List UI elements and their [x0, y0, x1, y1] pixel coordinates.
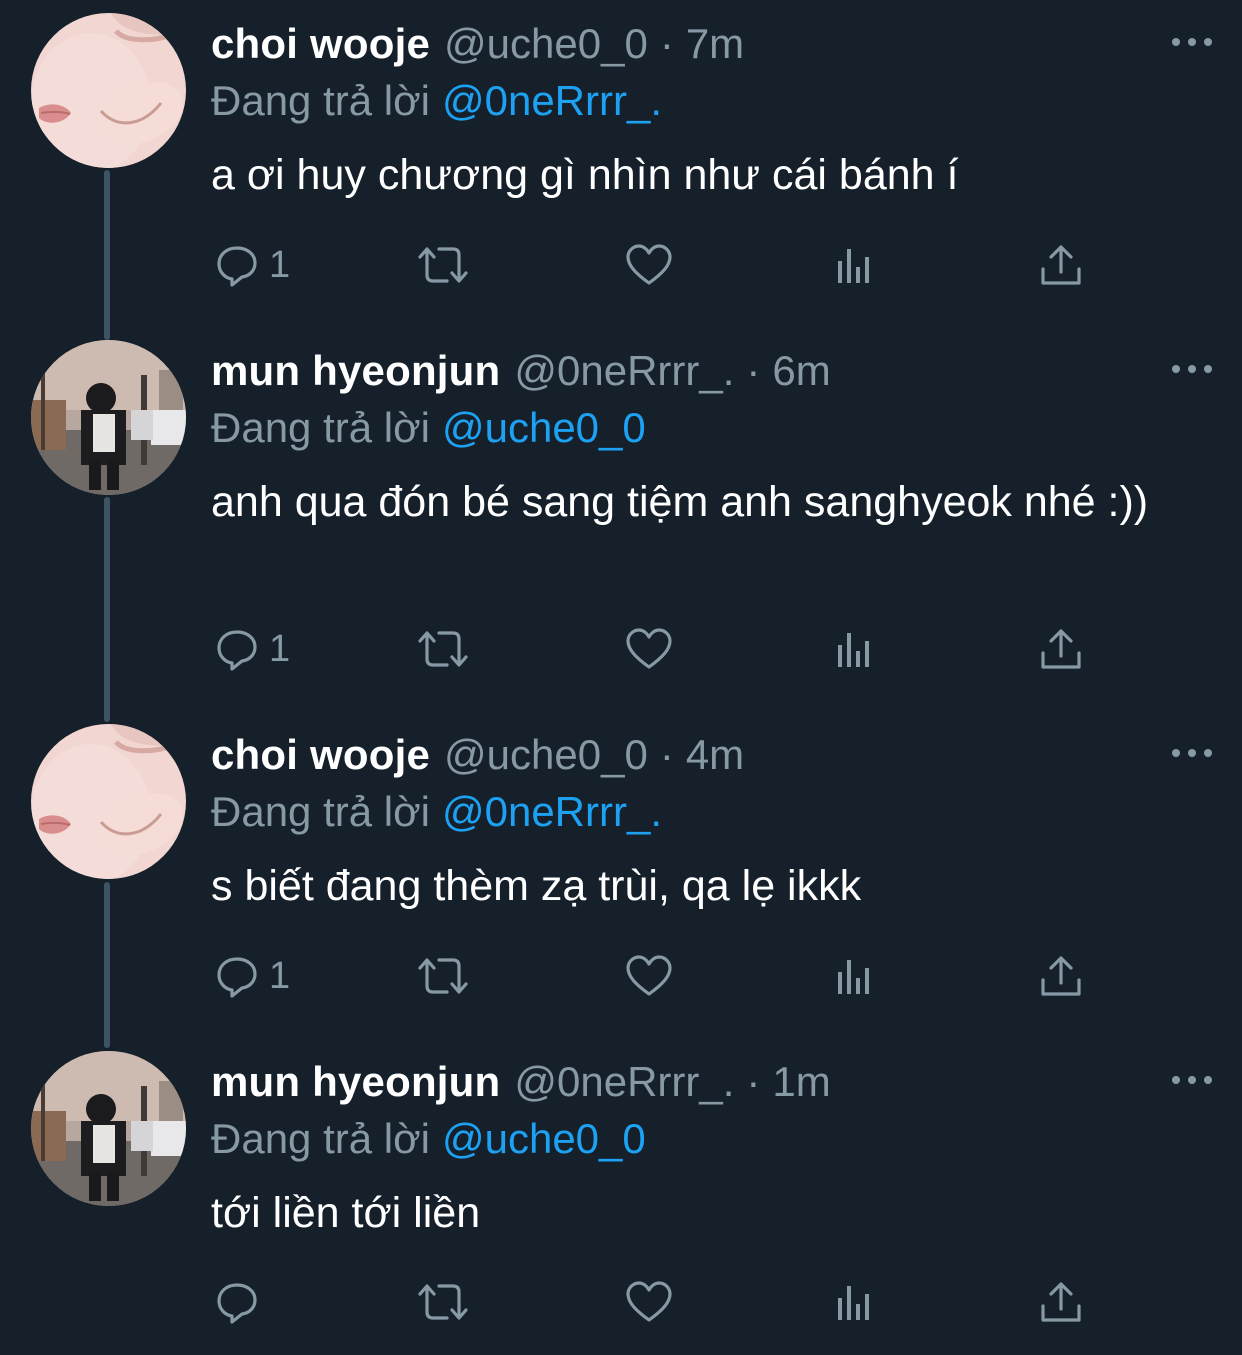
like-icon: [626, 628, 672, 669]
tweet-header: mun hyeonjun @0neRrrr_. · 1m: [211, 1056, 831, 1108]
reply-icon: [217, 1283, 257, 1324]
action-bar: [211, 1274, 1101, 1330]
analytics-button[interactable]: [835, 237, 879, 293]
like-button[interactable]: [625, 948, 673, 1004]
separator-dot: ·: [659, 20, 674, 67]
action-bar: 1: [211, 621, 1101, 677]
reply-button[interactable]: 1: [215, 948, 290, 1004]
timestamp[interactable]: 7m: [686, 18, 744, 70]
reply-icon: [217, 246, 257, 287]
reply-icon: [217, 957, 257, 998]
share-button[interactable]: [1039, 237, 1083, 293]
analytics-icon: [838, 633, 869, 667]
more-options-icon[interactable]: [1172, 745, 1212, 761]
analytics-button[interactable]: [835, 948, 879, 1004]
action-bar: 1: [211, 237, 1101, 293]
avatar[interactable]: [31, 1051, 186, 1206]
analytics-button[interactable]: [835, 1274, 879, 1330]
avatar[interactable]: [31, 340, 186, 495]
tweet[interactable]: mun hyeonjun @0neRrrr_. · 6m Đang trả lờ…: [0, 327, 1242, 717]
retweet-button[interactable]: [416, 948, 470, 1004]
tweet[interactable]: mun hyeonjun @0neRrrr_. · 1m Đang trả lờ…: [0, 1038, 1242, 1355]
share-icon: [1041, 956, 1081, 996]
retweet-icon: [418, 958, 468, 994]
retweet-button[interactable]: [416, 1274, 470, 1330]
display-name[interactable]: mun hyeonjun: [211, 345, 500, 397]
like-icon: [626, 244, 672, 285]
mention-link[interactable]: @uche0_0: [442, 1115, 646, 1162]
share-icon: [1041, 629, 1081, 669]
share-button[interactable]: [1039, 1274, 1083, 1330]
tweet-header: mun hyeonjun @0neRrrr_. · 6m: [211, 345, 831, 397]
retweet-button[interactable]: [416, 237, 470, 293]
reply-context: Đang trả lời @uche0_0: [211, 1113, 646, 1165]
avatar-photo-icon: [31, 340, 186, 495]
separator-dot: ·: [746, 347, 761, 394]
analytics-button[interactable]: [835, 621, 879, 677]
tweet[interactable]: choi wooje @uche0_0 · 7m Đang trả lời @0n…: [0, 0, 1242, 330]
analytics-icon: [838, 1286, 869, 1320]
mention-link[interactable]: @0neRrrr_.: [442, 788, 662, 835]
separator-dot: ·: [746, 1058, 761, 1105]
timestamp[interactable]: 4m: [686, 729, 744, 781]
like-button[interactable]: [625, 237, 673, 293]
display-name[interactable]: mun hyeonjun: [211, 1056, 500, 1108]
like-icon: [626, 1281, 672, 1322]
retweet-icon: [418, 1284, 468, 1320]
timestamp[interactable]: 1m: [772, 1056, 830, 1108]
user-handle[interactable]: @uche0_0: [444, 18, 648, 70]
share-button[interactable]: [1039, 948, 1083, 1004]
reply-prefix: Đang trả lời: [211, 788, 430, 835]
mention-link[interactable]: @uche0_0: [442, 404, 646, 451]
share-icon: [1041, 245, 1081, 285]
share-button[interactable]: [1039, 621, 1083, 677]
avatar-photo-icon: [31, 13, 186, 168]
separator-dot: ·: [659, 731, 674, 778]
reply-context: Đang trả lời @0neRrrr_.: [211, 75, 662, 127]
share-icon: [1041, 1282, 1081, 1322]
more-options-icon[interactable]: [1172, 361, 1212, 377]
user-handle[interactable]: @0neRrrr_.: [514, 345, 734, 397]
tweet-text: s biết đang thèm zạ trùi, qa lẹ ikkk: [211, 862, 862, 910]
avatar[interactable]: [31, 13, 186, 168]
tweet-header: choi wooje @uche0_0 · 4m: [211, 729, 744, 781]
reply-icon: [217, 630, 257, 671]
user-handle[interactable]: @uche0_0: [444, 729, 648, 781]
more-options-icon[interactable]: [1172, 34, 1212, 50]
tweet-text: tới liền tới liền: [211, 1189, 481, 1237]
like-button[interactable]: [625, 1274, 673, 1330]
like-button[interactable]: [625, 621, 673, 677]
tweet-text: a ơi huy chương gì nhìn như cái bánh í: [211, 151, 959, 199]
tweet[interactable]: choi wooje @uche0_0 · 4m Đang trả lời @0n…: [0, 711, 1242, 1041]
retweet-icon: [418, 247, 468, 283]
analytics-icon: [838, 249, 869, 283]
mention-link[interactable]: @0neRrrr_.: [442, 77, 662, 124]
reply-prefix: Đang trả lời: [211, 404, 430, 451]
action-bar: 1: [211, 948, 1101, 1004]
reply-button[interactable]: 1: [215, 621, 290, 677]
avatar-photo-icon: [31, 1051, 186, 1206]
tweet-text: anh qua đón bé sang tiệm anh sanghyeok n…: [211, 478, 1149, 526]
user-handle[interactable]: @0neRrrr_.: [514, 1056, 734, 1108]
reply-count: 1: [269, 954, 291, 997]
avatar-photo-icon: [31, 724, 186, 879]
more-options-icon[interactable]: [1172, 1072, 1212, 1088]
reply-context: Đang trả lời @uche0_0: [211, 402, 646, 454]
reply-prefix: Đang trả lời: [211, 1115, 430, 1162]
reply-button[interactable]: 1: [215, 237, 290, 293]
reply-context: Đang trả lời @0neRrrr_.: [211, 786, 662, 838]
timestamp[interactable]: 6m: [772, 345, 830, 397]
tweet-header: choi wooje @uche0_0 · 7m: [211, 18, 744, 70]
analytics-icon: [838, 960, 869, 994]
reply-count: 1: [269, 243, 291, 286]
display-name[interactable]: choi wooje: [211, 729, 430, 781]
reply-count: 1: [269, 627, 291, 670]
retweet-button[interactable]: [416, 621, 470, 677]
reply-prefix: Đang trả lời: [211, 77, 430, 124]
retweet-icon: [418, 631, 468, 667]
like-icon: [626, 955, 672, 996]
avatar[interactable]: [31, 724, 186, 879]
display-name[interactable]: choi wooje: [211, 18, 430, 70]
reply-button[interactable]: [215, 1274, 269, 1330]
